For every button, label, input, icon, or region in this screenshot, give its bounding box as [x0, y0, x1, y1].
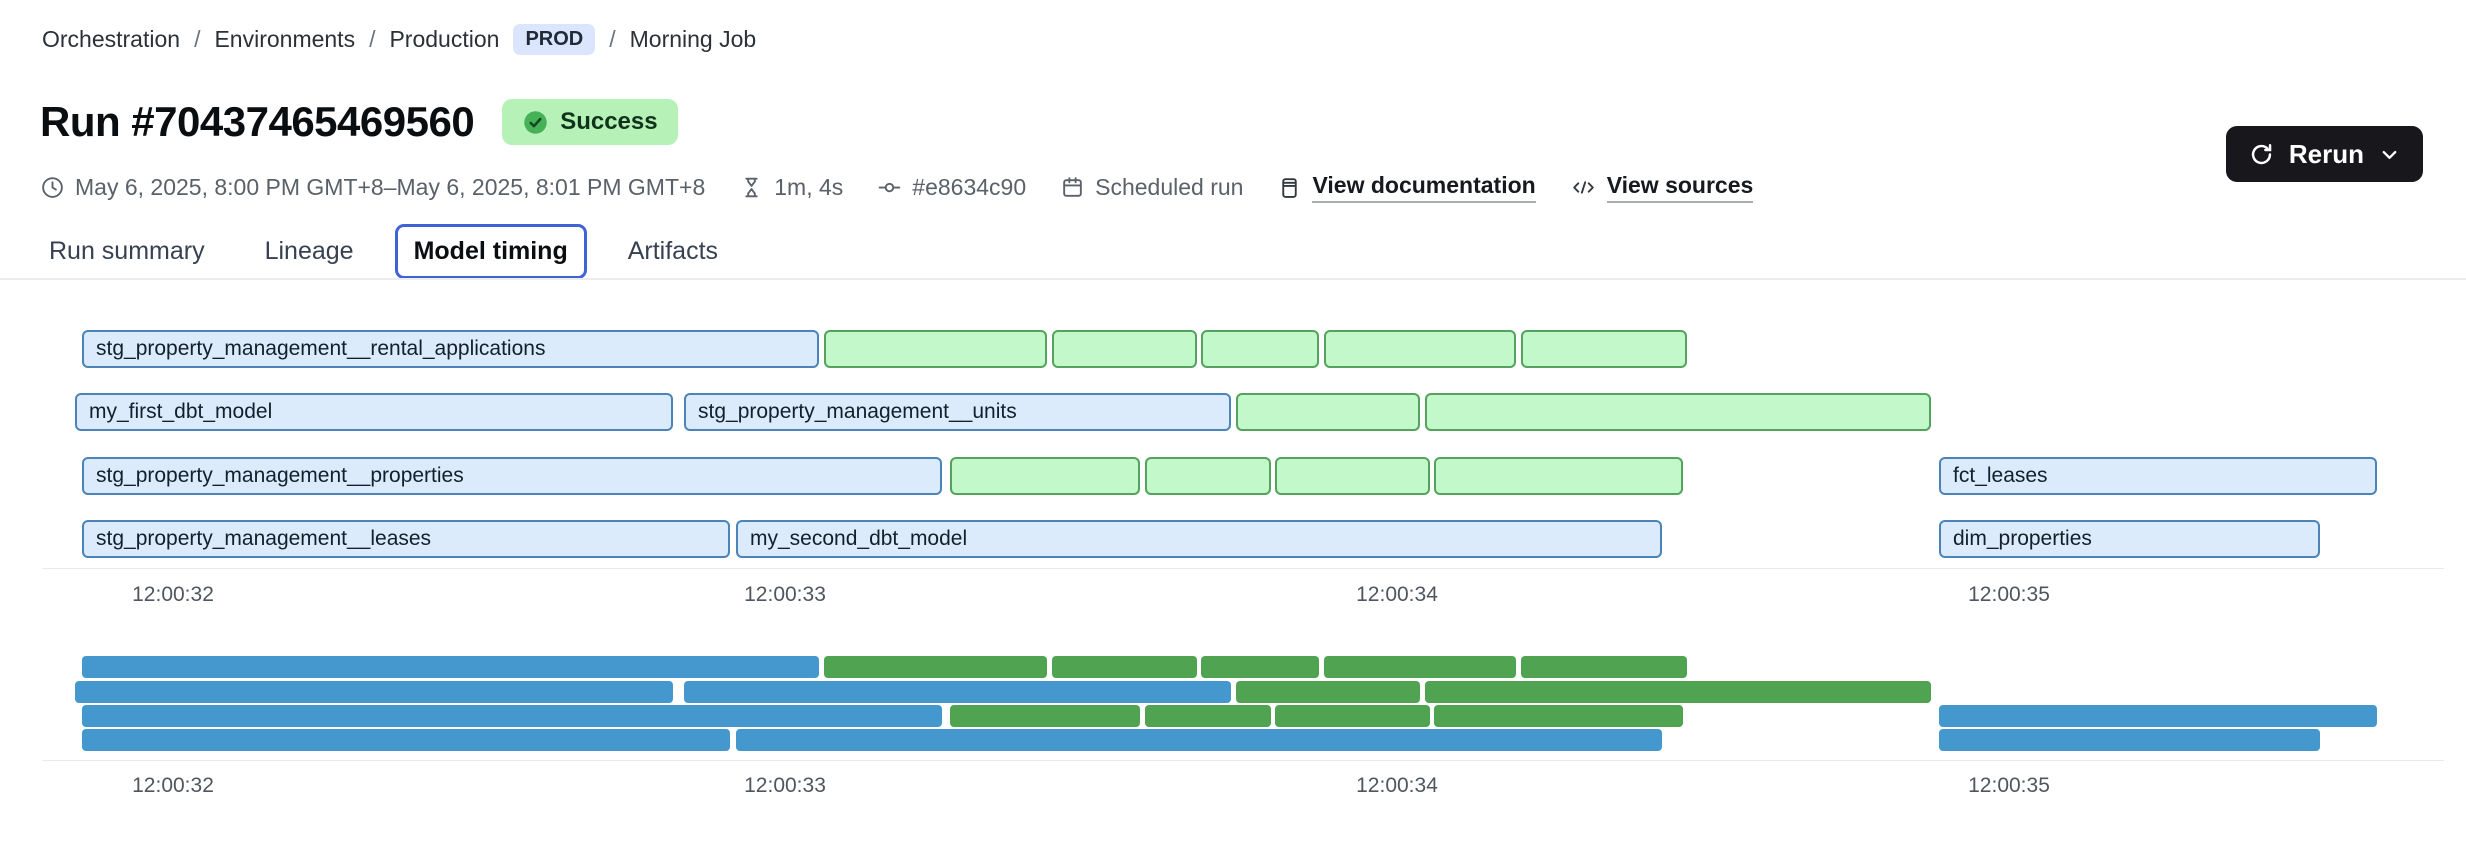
mini-axis-line [42, 760, 2444, 761]
mini-bar [1145, 705, 1271, 727]
mini-bar [824, 656, 1047, 678]
mini-bar [1521, 656, 1687, 678]
model-timing-overview: 12:00:32 12:00:33 12:00:34 12:00:35 [0, 0, 2466, 842]
mini-bar [75, 681, 673, 703]
axis-tick-label: 12:00:32 [132, 774, 214, 798]
main-axis-line [42, 568, 2444, 569]
mini-bar [1201, 656, 1319, 678]
mini-bar [1434, 705, 1683, 727]
mini-bar [82, 705, 942, 727]
mini-bar [82, 656, 819, 678]
axis-tick-label: 12:00:35 [1968, 774, 2050, 798]
axis-tick-label: 12:00:34 [1356, 774, 1438, 798]
mini-bar [1236, 681, 1420, 703]
mini-bar [736, 729, 1662, 751]
mini-bar [1052, 656, 1197, 678]
mini-bar [82, 729, 730, 751]
mini-bar [950, 705, 1140, 727]
mini-bar [1275, 705, 1430, 727]
mini-bar [684, 681, 1231, 703]
mini-bar [1939, 705, 2377, 727]
axis-tick-label: 12:00:33 [744, 774, 826, 798]
mini-bar [1425, 681, 1931, 703]
mini-bar [1324, 656, 1516, 678]
mini-bar [1939, 729, 2320, 751]
